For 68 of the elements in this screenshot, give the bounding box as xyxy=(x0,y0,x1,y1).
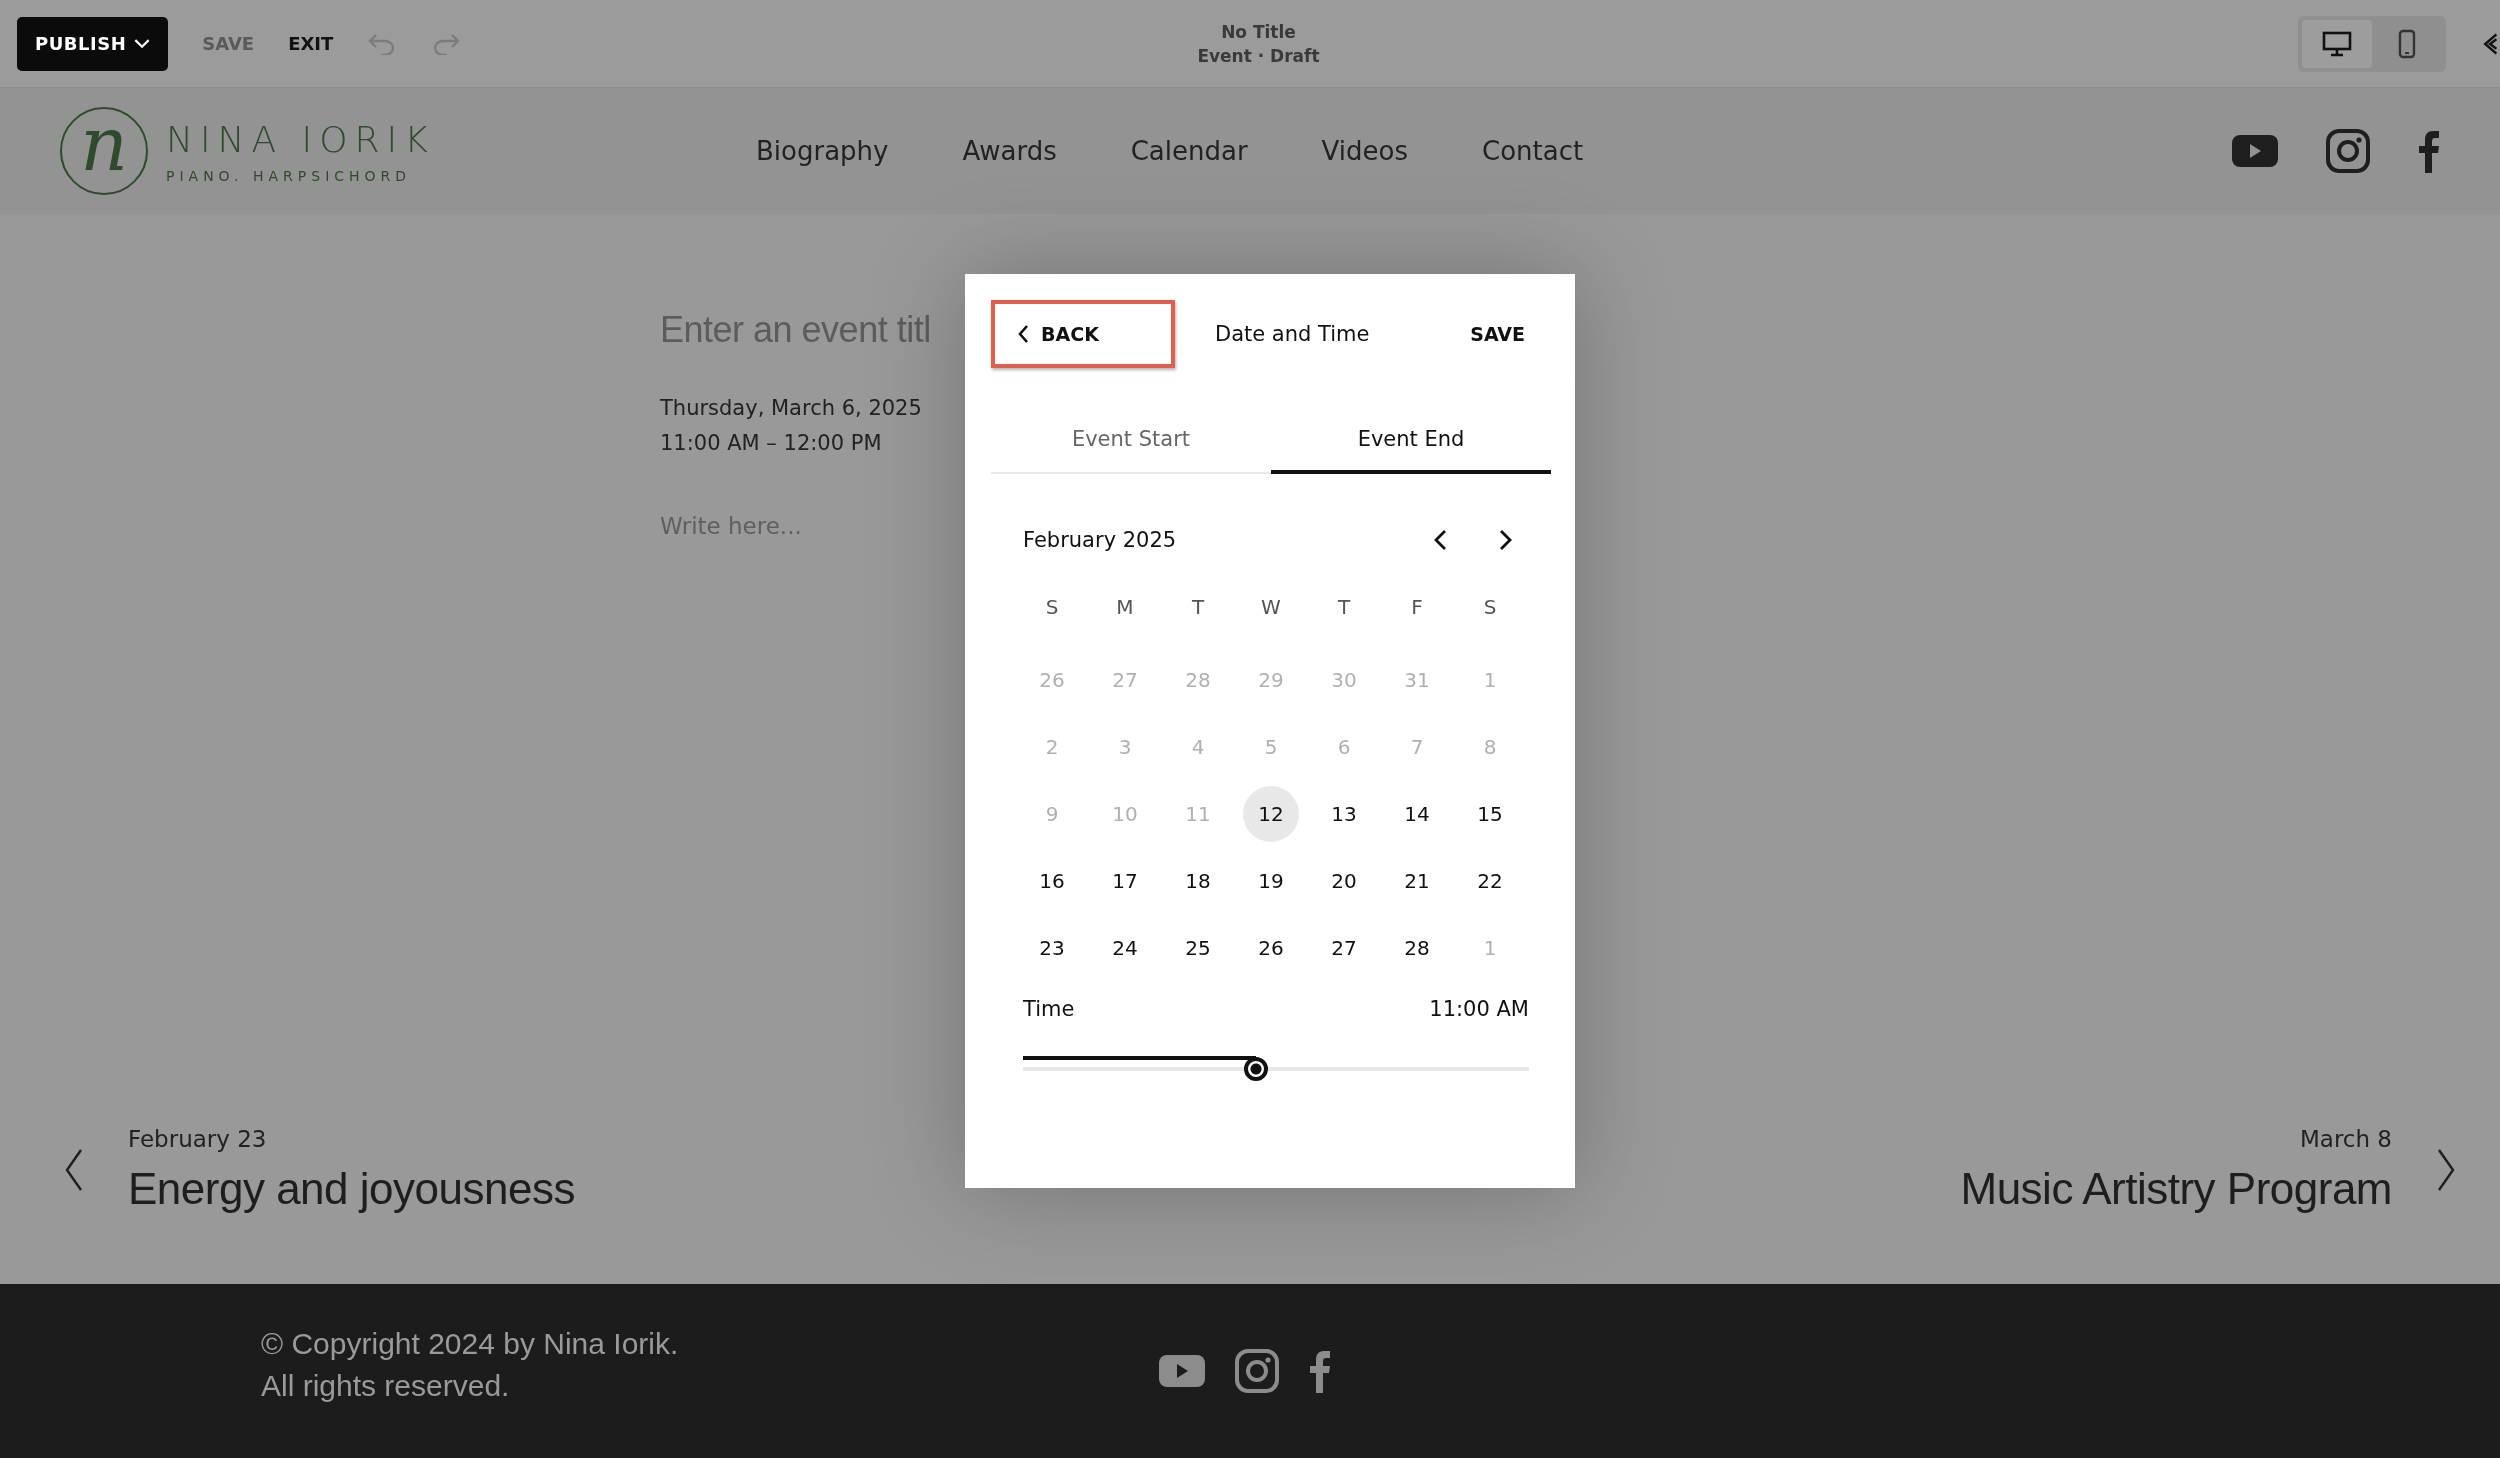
calendar-day[interactable]: 23 xyxy=(1024,919,1080,976)
caret-icon xyxy=(134,38,151,49)
logo-monogram: n xyxy=(60,107,148,195)
weekday-label: F xyxy=(1410,594,1424,621)
event-time: 11:00 AM – 12:00 PM xyxy=(660,430,882,457)
calendar-day[interactable]: 15 xyxy=(1462,785,1518,842)
publish-button[interactable]: PUBLISH xyxy=(17,16,169,71)
weekday-label: T xyxy=(1336,594,1352,621)
mobile-phone-icon xyxy=(2398,28,2416,59)
slider-thumb[interactable] xyxy=(1243,1057,1268,1081)
calendar-day[interactable]: 12 xyxy=(1243,785,1299,842)
calendar-day[interactable]: 14 xyxy=(1389,785,1445,842)
chevron-left-icon[interactable] xyxy=(64,1148,84,1192)
event-date: Thursday, March 6, 2025 xyxy=(660,395,922,422)
instagram-icon[interactable] xyxy=(1235,1349,1279,1393)
time-value: 11:00 AM xyxy=(1429,997,1529,1021)
copyright-text: All rights reserved. xyxy=(261,1369,511,1403)
document-status: Event · Draft xyxy=(1197,44,1320,68)
document-title: No Title xyxy=(1221,20,1296,44)
instagram-icon[interactable] xyxy=(2326,129,2370,173)
logo-name: NINA IORIK xyxy=(166,118,435,160)
facebook-icon[interactable] xyxy=(1309,1349,1331,1393)
next-event-link[interactable]: Music Artistry Program xyxy=(1960,1164,2392,1214)
calendar-day[interactable]: 22 xyxy=(1462,852,1518,909)
facebook-icon[interactable] xyxy=(2418,129,2440,173)
weekday-label: T xyxy=(1190,594,1206,621)
time-label: Time xyxy=(1023,997,1075,1021)
next-month-icon[interactable] xyxy=(1499,529,1513,551)
calendar-day[interactable]: 27 xyxy=(1316,919,1372,976)
weekday-label: S xyxy=(1044,594,1060,621)
chevron-right-icon[interactable] xyxy=(2436,1148,2456,1192)
logo-tagline: PIANO. HARPSICHORD xyxy=(166,167,413,184)
calendar-day[interactable]: 21 xyxy=(1389,852,1445,909)
calendar-day[interactable]: 17 xyxy=(1097,852,1153,909)
desktop-view-button[interactable] xyxy=(2302,19,2372,68)
copyright-text: © Copyright 2024 by Nina Iorik. xyxy=(261,1327,680,1361)
youtube-icon[interactable] xyxy=(1159,1355,1205,1387)
weekday-label: M xyxy=(1115,594,1135,621)
weekday-label: W xyxy=(1260,594,1282,621)
desktop-icon xyxy=(2322,30,2352,57)
weekday-label: S xyxy=(1482,594,1498,621)
calendar-day[interactable]: 16 xyxy=(1024,852,1080,909)
nav-link[interactable]: Calendar xyxy=(1130,136,1248,166)
nav-link[interactable]: Contact xyxy=(1482,136,1584,166)
calendar-day[interactable]: 26 xyxy=(1243,919,1299,976)
next-event-date: March 8 xyxy=(2299,1126,2392,1152)
tab[interactable]: Event End xyxy=(1271,408,1551,474)
calendar-day[interactable]: 28 xyxy=(1389,919,1445,976)
tab[interactable]: Event Start xyxy=(991,408,1271,474)
youtube-icon[interactable] xyxy=(2232,135,2278,167)
back-button[interactable]: BACK xyxy=(991,300,1175,368)
calendar-day[interactable]: 19 xyxy=(1243,852,1299,909)
nav-link[interactable]: Videos xyxy=(1321,136,1408,166)
previous-event-date: February 23 xyxy=(128,1126,267,1152)
calendar-day[interactable]: 20 xyxy=(1316,852,1372,909)
nav-link[interactable]: Biography xyxy=(756,136,889,166)
month-label: February 2025 xyxy=(1023,528,1177,552)
calendar-day[interactable]: 24 xyxy=(1097,919,1153,976)
previous-month-icon[interactable] xyxy=(1433,529,1447,551)
chevron-left-icon xyxy=(1017,324,1029,344)
save-button[interactable]: SAVE xyxy=(1470,323,1525,345)
calendar-day[interactable]: 25 xyxy=(1170,919,1226,976)
exit-button[interactable]: EXIT xyxy=(288,33,334,54)
calendar-day[interactable]: 13 xyxy=(1316,785,1372,842)
previous-event-link[interactable]: Energy and joyousness xyxy=(128,1164,575,1214)
nav-link[interactable]: Awards xyxy=(962,136,1057,166)
dialog-title: Date and Time xyxy=(1215,322,1371,346)
calendar-day[interactable]: 18 xyxy=(1170,852,1226,909)
